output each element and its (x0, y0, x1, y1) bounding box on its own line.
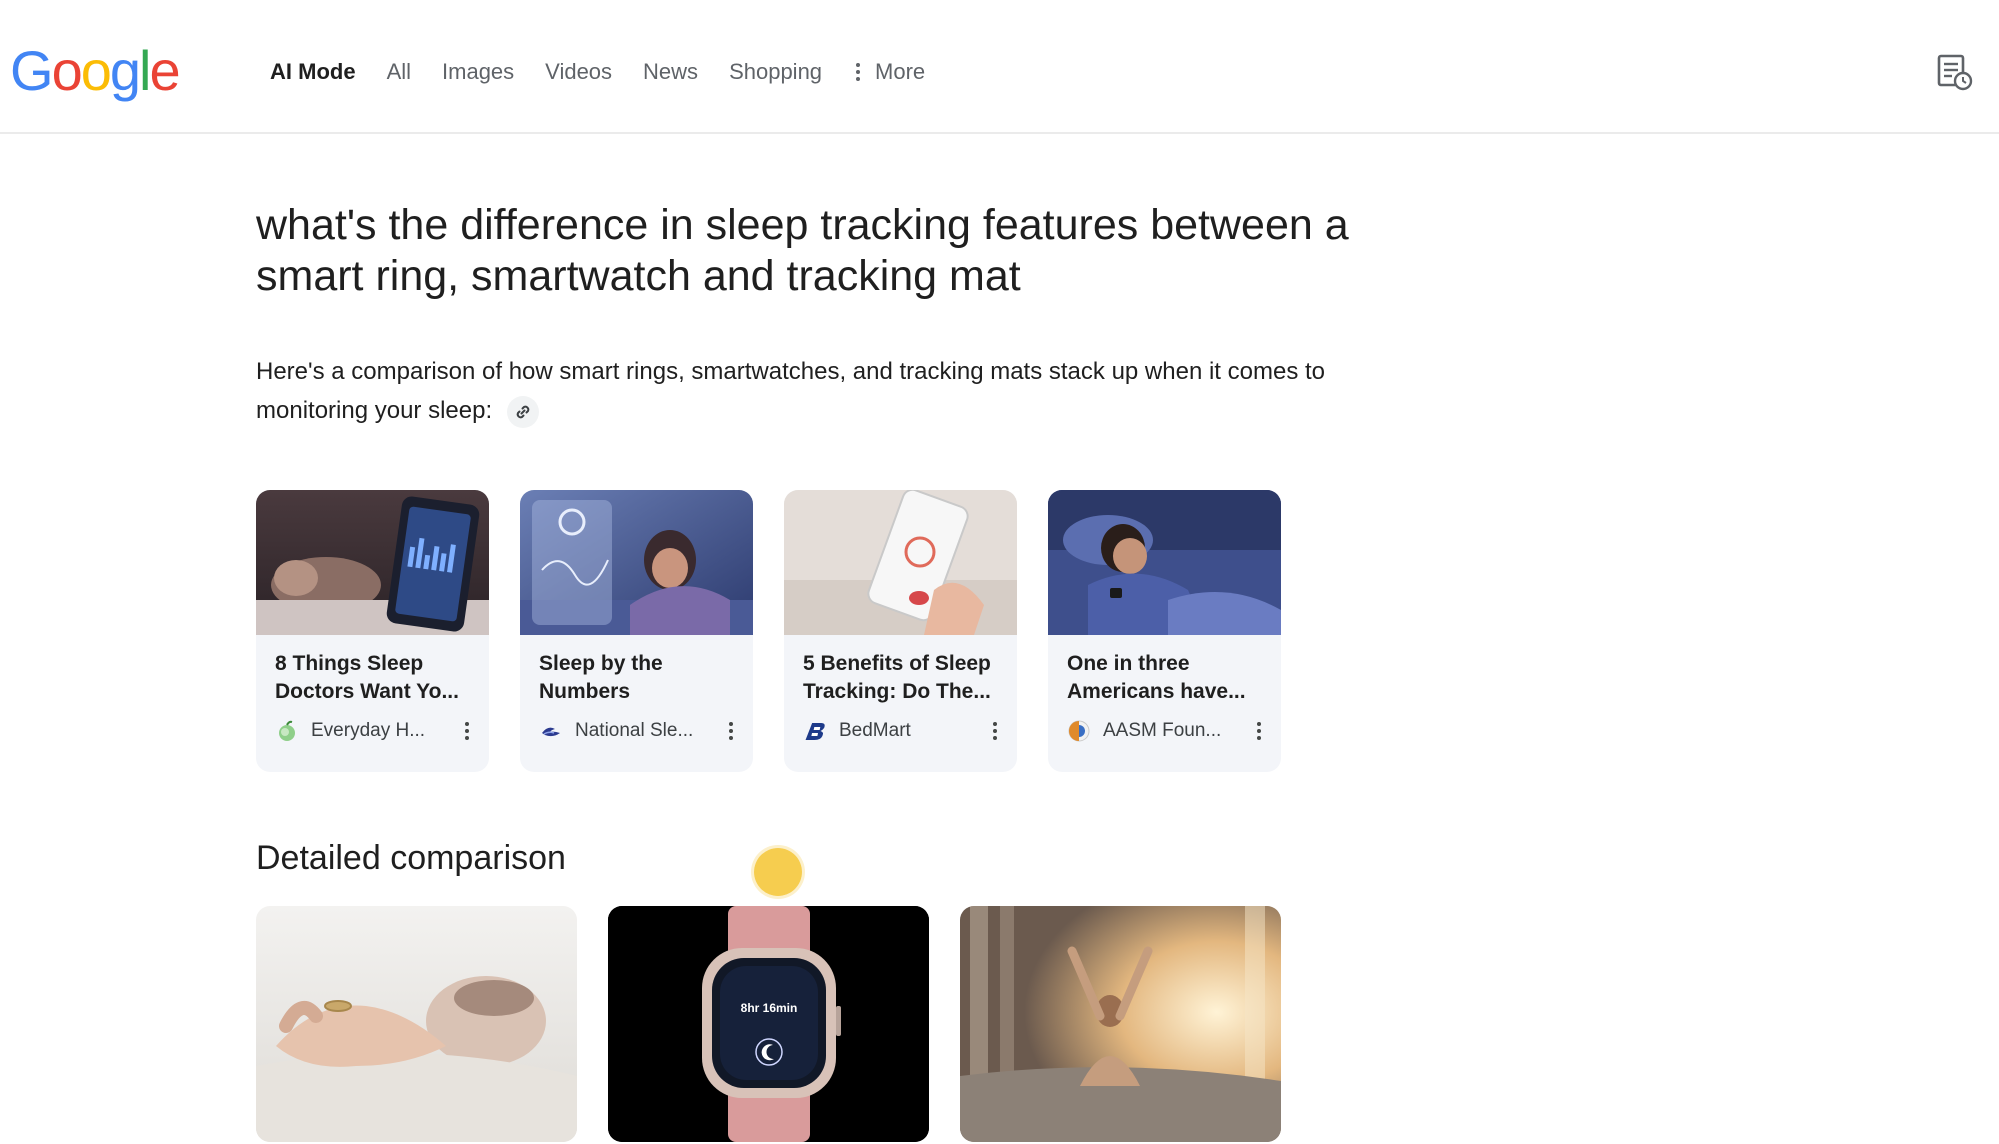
card-source: Everyday H... (275, 716, 475, 746)
logo-letter: o (80, 39, 112, 102)
source-name: AASM Foun... (1103, 720, 1222, 741)
tab-all[interactable]: All (387, 52, 411, 92)
more-label: More (875, 59, 926, 84)
card-thumbnail (784, 490, 1017, 635)
morning-stretch-image[interactable] (960, 906, 1281, 1142)
google-logo[interactable]: G o o g l e (10, 38, 181, 104)
card-title: Sleep by the Numbers (539, 652, 663, 703)
card-source: National Sle... (539, 716, 739, 746)
aasm-icon (1068, 720, 1090, 742)
card-more-button[interactable] (1251, 717, 1267, 745)
tab-news[interactable]: News (643, 52, 698, 92)
tab-images[interactable]: Images (442, 52, 514, 92)
source-card[interactable]: Sleep by the Numbers National Sle... (520, 490, 753, 772)
card-thumbnail (256, 490, 489, 635)
tab-shopping[interactable]: Shopping (729, 52, 822, 92)
detailed-comparison-heading: Detailed comparison (256, 839, 566, 877)
search-mode-tabs: AI Mode All Images Videos News Shopping … (270, 52, 925, 92)
source-name: National Sle... (575, 720, 694, 741)
ai-answer-intro: Here's a comparison of how smart rings, … (256, 352, 1336, 430)
sleep-foundation-icon (542, 727, 560, 737)
click-indicator (754, 848, 802, 896)
notes-history-button[interactable] (1934, 52, 1974, 92)
source-card[interactable]: One in three Americans have... AASM Foun… (1048, 490, 1281, 772)
card-title: One in three Americans have... (1067, 652, 1246, 703)
card-source: BedMart (803, 716, 1003, 746)
watch-sleep-duration: 8hr 16min (741, 1001, 798, 1015)
source-name: Everyday H... (311, 720, 426, 741)
tab-more[interactable]: More (853, 59, 925, 85)
logo-letter: o (51, 39, 83, 102)
card-thumbnail (1048, 490, 1281, 635)
comparison-images: 8hr 16min (256, 906, 1281, 1142)
card-title: 5 Benefits of Sleep Tracking: Do The... (803, 652, 991, 703)
smart-ring-image[interactable] (256, 906, 577, 1142)
source-cards: 8 Things Sleep Doctors Want Yo... Everyd… (256, 490, 1281, 772)
logo-letter: e (149, 39, 180, 102)
top-bar: G o o g l e AI Mode All Images Videos Ne… (0, 0, 1999, 134)
source-card[interactable]: 5 Benefits of Sleep Tracking: Do The... … (784, 490, 1017, 772)
logo-letter: l (139, 39, 152, 102)
smartwatch-image[interactable]: 8hr 16min (608, 906, 929, 1142)
card-thumbnail (520, 490, 753, 635)
source-name: BedMart (839, 720, 911, 741)
notes-history-icon (1937, 54, 1973, 91)
apple-icon (279, 720, 295, 741)
tab-videos[interactable]: Videos (545, 52, 612, 92)
link-icon (516, 405, 530, 418)
card-more-button[interactable] (723, 717, 739, 745)
logo-letter: G (10, 39, 54, 102)
card-more-button[interactable] (987, 717, 1003, 745)
card-title: 8 Things Sleep Doctors Want Yo... (275, 652, 459, 703)
source-link-chip[interactable] (506, 395, 539, 428)
source-card[interactable]: 8 Things Sleep Doctors Want Yo... Everyd… (256, 490, 489, 772)
more-vert-icon (853, 60, 863, 84)
card-more-button[interactable] (459, 717, 475, 745)
bedmart-b-icon (805, 723, 825, 740)
intro-text: Here's a comparison of how smart rings, … (256, 358, 1326, 424)
logo-letter: g (109, 39, 141, 102)
card-source: AASM Foun... (1067, 716, 1267, 746)
tab-ai-mode[interactable]: AI Mode (270, 52, 356, 92)
search-query-heading: what's the difference in sleep tracking … (256, 201, 1349, 300)
